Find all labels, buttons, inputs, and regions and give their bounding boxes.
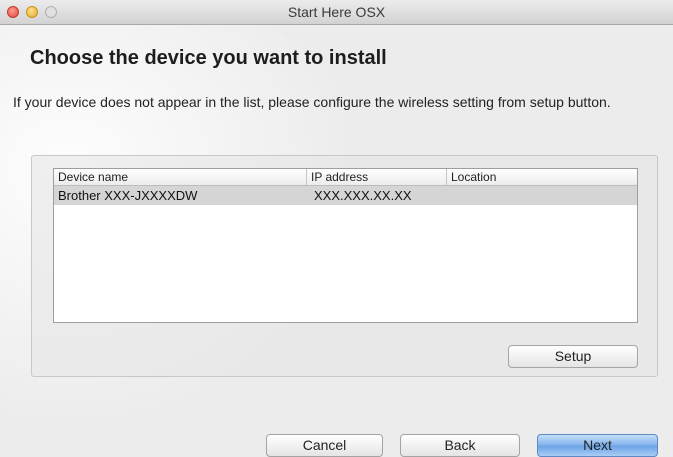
page-description: If your device does not appear in the li… xyxy=(13,94,611,110)
column-header-device-name[interactable]: Device name xyxy=(54,169,306,185)
ip-address-cell: XXX.XXX.XX.XX xyxy=(314,188,412,203)
device-list[interactable]: Device name IP address Location Brother … xyxy=(53,168,638,323)
next-button[interactable]: Next xyxy=(537,434,658,457)
installer-window: Start Here OSX Choose the device you wan… xyxy=(0,0,673,457)
column-header-ip-address[interactable]: IP address xyxy=(306,169,446,185)
window-content: Choose the device you want to install If… xyxy=(0,25,673,457)
device-row[interactable]: Brother XXX-JXXXXDW XXX.XXX.XX.XX xyxy=(54,186,637,205)
device-list-header: Device name IP address Location xyxy=(54,169,637,186)
setup-button[interactable]: Setup xyxy=(508,345,638,368)
page-heading: Choose the device you want to install xyxy=(30,47,387,69)
title-bar: Start Here OSX xyxy=(0,0,673,25)
column-header-location[interactable]: Location xyxy=(446,169,637,185)
cancel-button[interactable]: Cancel xyxy=(266,434,383,457)
window-title: Start Here OSX xyxy=(287,4,386,20)
back-button[interactable]: Back xyxy=(400,434,520,457)
device-name-cell: Brother XXX-JXXXXDW xyxy=(58,188,198,203)
